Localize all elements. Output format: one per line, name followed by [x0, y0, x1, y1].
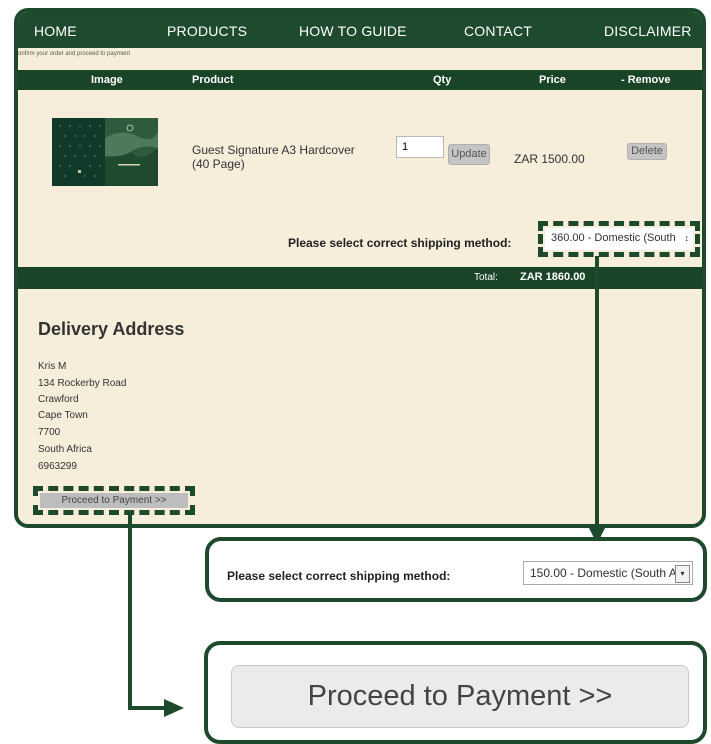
zoom-proceed-to-payment-button[interactable]: Proceed to Payment >> — [231, 665, 689, 728]
payment-zoom-callout: Proceed to Payment >> — [204, 641, 707, 744]
payment-connector-line — [128, 510, 168, 710]
zoom-shipping-label: Please select correct shipping method: — [227, 569, 451, 583]
callout-connectors — [128, 256, 605, 717]
payment-connector-arrowhead — [164, 699, 184, 717]
zoom-shipping-selected-value: 150.00 - Domestic (South A — [530, 566, 677, 580]
zoom-shipping-select[interactable]: 150.00 - Domestic (South A ▾ — [523, 561, 693, 585]
dropdown-arrow-icon: ▾ — [675, 565, 690, 583]
shipping-zoom-callout: Please select correct shipping method: 1… — [205, 537, 707, 602]
